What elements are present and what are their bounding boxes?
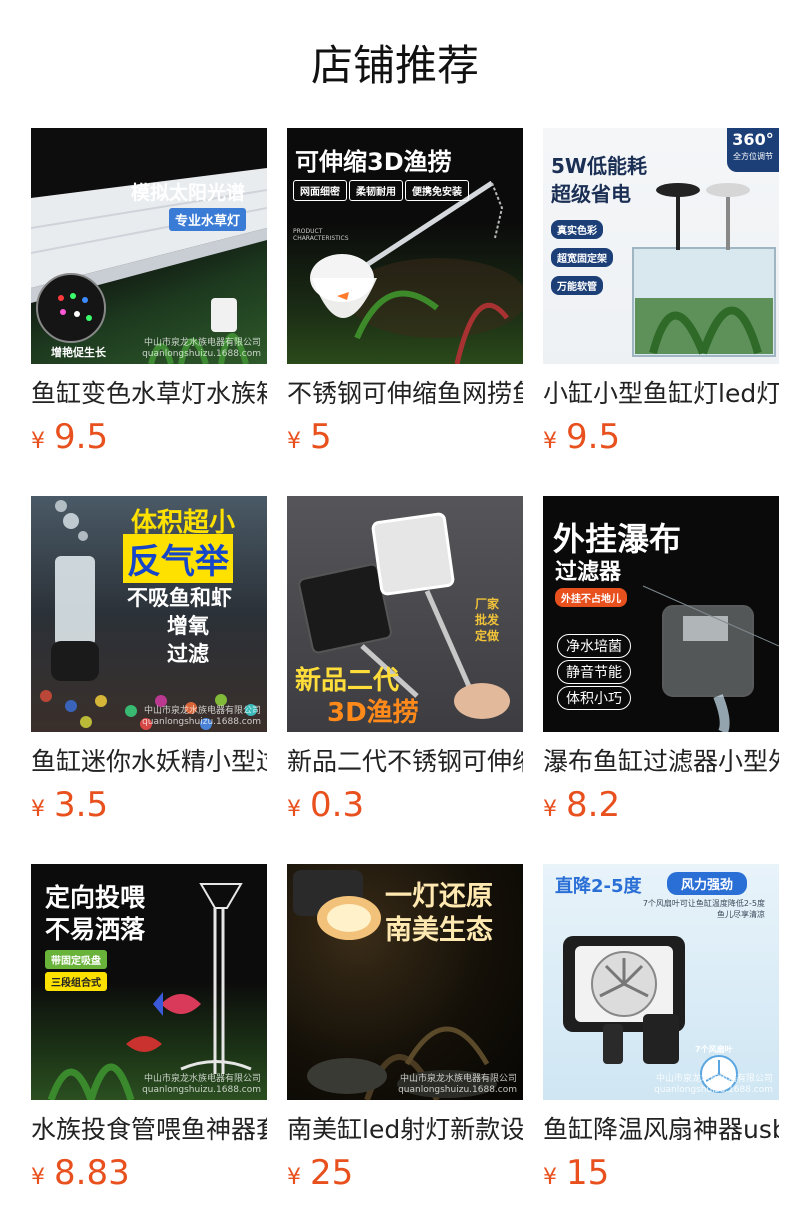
product-price: ¥ 3.5	[31, 785, 108, 825]
product-title[interactable]: 小缸小型鱼缸灯led灯	[543, 377, 779, 411]
product-price: ¥ 15	[543, 1153, 609, 1193]
image-chip: 体积小巧	[557, 686, 631, 710]
image-chip: 静音节能	[557, 660, 631, 684]
image-tag: 便携免安装	[405, 180, 469, 201]
watermark: 中山市泉龙水族电器有限公司 quanlongshuizu.1688.com	[142, 1074, 261, 1095]
product-image[interactable]: 定向投喂 不易洒落 带固定吸盘 三段组合式 中山市泉龙水族电器有限公司 quanl…	[31, 864, 267, 1100]
angle-badge: 360° 全方位调节	[727, 128, 779, 172]
price-amount: 25	[310, 1153, 354, 1193]
image-badge: 风力强劲	[667, 872, 748, 895]
product-image[interactable]: 360° 全方位调节 5W低能耗 超级省电 真实色彩 超宽固定架 万能软管	[543, 128, 779, 364]
product-card[interactable]: 定向投喂 不易洒落 带固定吸盘 三段组合式 中山市泉龙水族电器有限公司 quanl…	[31, 864, 267, 1232]
image-small-text: PRODUCT CHARACTERISTICS	[293, 228, 349, 242]
image-headline: 定向投喂	[45, 883, 146, 912]
currency-symbol: ¥	[287, 1165, 301, 1190]
currency-symbol: ¥	[31, 1165, 45, 1190]
price-amount: 0.3	[310, 785, 365, 825]
price-amount: 9.5	[566, 417, 621, 457]
product-card[interactable]: 直降2-5度 风力强劲 7个风扇叶可让鱼缸温度降低2-5度 鱼儿尽享清凉 7个风扇…	[543, 864, 779, 1232]
image-feature: 不吸鱼和虾	[127, 586, 232, 610]
image-tag: 外挂不占地儿	[555, 588, 627, 607]
currency-symbol: ¥	[31, 429, 45, 454]
product-image[interactable]: 模拟太阳光谱 专业水草灯 增艳促生长 中山市泉龙水族电器有限公司 quanlong…	[31, 128, 267, 364]
image-subtext: 7个风扇叶可让鱼缸温度降低2-5度 鱼儿尽享清凉	[642, 899, 765, 919]
currency-symbol: ¥	[543, 797, 557, 822]
watermark: 中山市泉龙水族电器有限公司 quanlongshuizu.1688.com	[142, 338, 261, 359]
product-title[interactable]: 瀑布鱼缸过滤器小型外挂	[543, 745, 779, 779]
product-price: ¥ 8.2	[543, 785, 620, 825]
watermark: 中山市泉龙水族电器有限公司 quanlongshuizu.1688.com	[654, 1074, 773, 1095]
product-image[interactable]: 体积超小 反气举 不吸鱼和虾 增氧 过滤 中山市泉龙水族电器有限公司 quanlo…	[31, 496, 267, 732]
currency-symbol: ¥	[287, 429, 301, 454]
product-price: ¥ 0.3	[287, 785, 364, 825]
image-headline: 超级省电	[551, 182, 631, 206]
product-card[interactable]: 外挂瀑布 过滤器 外挂不占地儿 净水培菌 静音节能 体积小巧 瀑布鱼缸过滤器小型…	[543, 496, 779, 864]
product-title[interactable]: 鱼缸变色水草灯水族箱	[31, 377, 267, 411]
image-headline: 南美生态	[385, 915, 493, 946]
product-image[interactable]: 一灯还原 南美生态 中山市泉龙水族电器有限公司 quanlongshuizu.16…	[287, 864, 523, 1100]
product-title[interactable]: 鱼缸迷你水妖精小型过滤器	[31, 745, 267, 779]
product-title[interactable]: 不锈钢可伸缩鱼网捞鱼网	[287, 377, 523, 411]
image-headline: 3D渔捞	[327, 698, 419, 728]
image-headline: 反气举	[123, 534, 233, 583]
image-headline: 5W低能耗	[551, 154, 647, 178]
product-price: ¥ 25	[287, 1153, 353, 1193]
image-tag: 万能软管	[551, 276, 603, 295]
product-price: ¥ 5	[287, 417, 332, 457]
product-grid: 模拟太阳光谱 专业水草灯 增艳促生长 中山市泉龙水族电器有限公司 quanlong…	[31, 128, 779, 1232]
product-title[interactable]: 南美缸led射灯新款设计	[287, 1113, 523, 1147]
image-tag: 带固定吸盘	[45, 950, 107, 969]
product-image[interactable]: 可伸缩3D渔捞 网面细密 柔韧耐用 便携免安装 PRODUCT CHARACTER…	[287, 128, 523, 364]
image-chip: 净水培菌	[557, 634, 631, 658]
product-title[interactable]: 水族投食管喂鱼神器套装	[31, 1113, 267, 1147]
product-price: ¥ 8.83	[31, 1153, 130, 1193]
image-feature: 增氧	[167, 614, 209, 638]
price-amount: 15	[566, 1153, 610, 1193]
product-card[interactable]: 体积超小 反气举 不吸鱼和虾 增氧 过滤 中山市泉龙水族电器有限公司 quanlo…	[31, 496, 267, 864]
image-headline: 直降2-5度	[555, 876, 642, 897]
page-title: 店铺推荐	[310, 41, 479, 90]
image-headline: 过滤器	[555, 560, 622, 585]
watermark: 中山市泉龙水族电器有限公司 quanlongshuizu.1688.com	[142, 706, 261, 727]
price-amount: 8.2	[566, 785, 621, 825]
image-headline: 模拟太阳光谱	[131, 182, 246, 204]
image-headline: 可伸缩3D渔捞	[295, 148, 452, 176]
image-tag: 柔韧耐用	[349, 180, 403, 201]
product-title[interactable]: 新品二代不锈钢可伸缩渔捞	[287, 745, 523, 779]
price-amount: 9.5	[54, 417, 109, 457]
image-headline: 不易洒落	[45, 915, 146, 944]
product-price: ¥ 9.5	[543, 417, 620, 457]
currency-symbol: ¥	[31, 797, 45, 822]
currency-symbol: ¥	[287, 797, 301, 822]
product-price: ¥ 9.5	[31, 417, 108, 457]
image-tag: 网面细密	[293, 180, 347, 201]
price-amount: 3.5	[54, 785, 109, 825]
image-corner-text: 增艳促生长	[51, 346, 106, 359]
product-card[interactable]: 360° 全方位调节 5W低能耗 超级省电 真实色彩 超宽固定架 万能软管 小缸…	[543, 128, 779, 496]
image-tag: 真实色彩	[551, 220, 603, 239]
price-amount: 5	[310, 417, 332, 457]
image-tag: 专业水草灯	[169, 208, 247, 231]
image-side-text: 厂家 批发 定做	[475, 597, 500, 643]
currency-symbol: ¥	[543, 1165, 557, 1190]
product-card[interactable]: 可伸缩3D渔捞 网面细密 柔韧耐用 便携免安装 PRODUCT CHARACTER…	[287, 128, 523, 496]
image-tag: 三段组合式	[45, 972, 107, 991]
watermark: 中山市泉龙水族电器有限公司 quanlongshuizu.1688.com	[398, 1074, 517, 1095]
product-title[interactable]: 鱼缸降温风扇神器usb	[543, 1113, 779, 1147]
fan-label: 7个风扇叶	[695, 1045, 733, 1054]
price-amount: 8.83	[54, 1153, 130, 1193]
image-tag: 超宽固定架	[551, 248, 613, 267]
product-image[interactable]: 厂家 批发 定做 新品二代 3D渔捞	[287, 496, 523, 732]
product-card[interactable]: 一灯还原 南美生态 中山市泉龙水族电器有限公司 quanlongshuizu.16…	[287, 864, 523, 1232]
product-card[interactable]: 模拟太阳光谱 专业水草灯 增艳促生长 中山市泉龙水族电器有限公司 quanlong…	[31, 128, 267, 496]
led-bar-illustration	[31, 168, 267, 364]
image-feature: 过滤	[167, 642, 209, 666]
product-card[interactable]: 厂家批发定做 新品二代 3D渔捞 新品二代不锈钢可伸缩渔捞 ¥ 0.3	[287, 496, 523, 864]
currency-symbol: ¥	[543, 429, 557, 454]
product-image[interactable]: 直降2-5度 风力强劲 7个风扇叶可让鱼缸温度降低2-5度 鱼儿尽享清凉 7个风扇…	[543, 864, 779, 1100]
product-image[interactable]: 外挂瀑布 过滤器 外挂不占地儿 净水培菌 静音节能 体积小巧	[543, 496, 779, 732]
